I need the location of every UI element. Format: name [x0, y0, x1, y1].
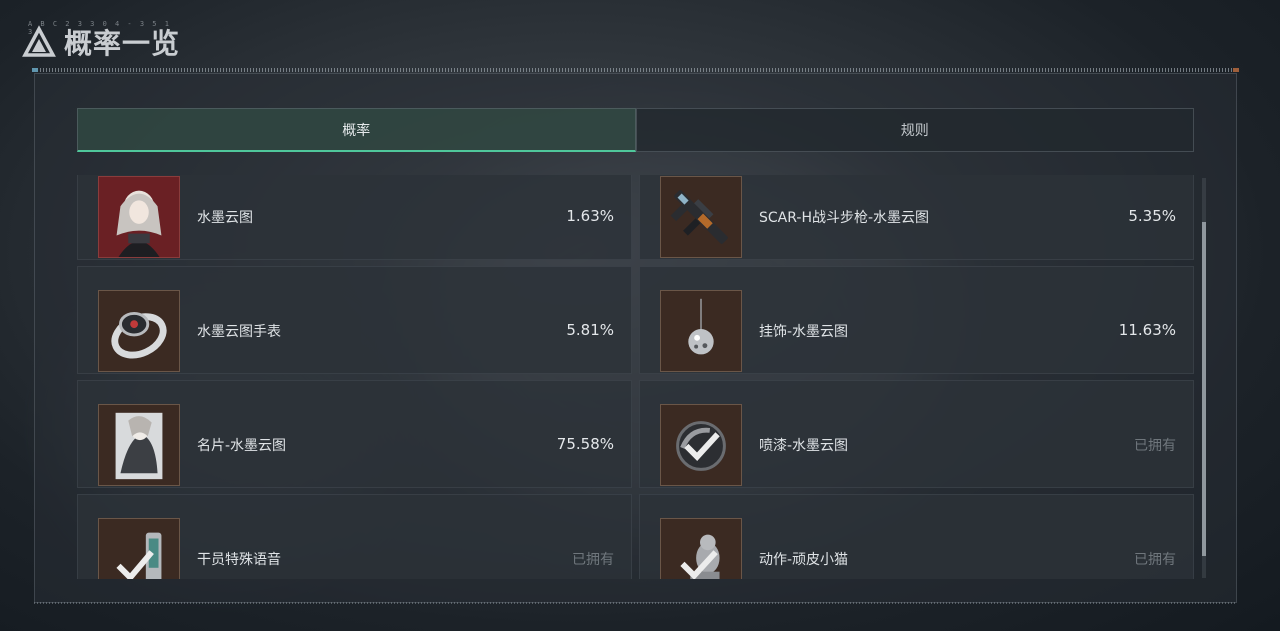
reward-name: 动作-顽皮小猫	[759, 552, 849, 568]
tab-bar: 概率 规则	[77, 108, 1194, 152]
reward-list[interactable]: 水墨云图 1.63% SCAR-H战斗步枪-水墨云图 5.35% 水墨云图手表 …	[77, 175, 1194, 579]
owned-badge: 已拥有	[572, 552, 614, 568]
page-header: A B C 2 3 3 0 4 - 3 5 1 3 概率一览	[22, 20, 180, 62]
reward-name: 水墨云图	[197, 210, 253, 226]
reward-probability: 5.35%	[1128, 207, 1176, 225]
tab-probability[interactable]: 概率	[77, 108, 636, 152]
list-scrollbar[interactable]	[1202, 178, 1206, 578]
reward-name: SCAR-H战斗步枪-水墨云图	[759, 210, 930, 226]
reward-name: 干员特殊语音	[197, 552, 281, 568]
reward-item[interactable]: 挂饰-水墨云图 11.63%	[639, 266, 1194, 374]
voice-checkmark-icon	[98, 518, 180, 579]
header-divider	[32, 68, 1239, 72]
character-portrait-icon	[98, 176, 180, 258]
reward-item[interactable]: 喷漆-水墨云图 已拥有	[639, 380, 1194, 488]
panel-bottom-divider	[34, 602, 1237, 604]
tab-rules[interactable]: 规则	[635, 108, 1194, 152]
reward-name: 名片-水墨云图	[197, 438, 287, 454]
reward-name: 水墨云图手表	[197, 324, 281, 340]
owned-badge: 已拥有	[1134, 552, 1176, 568]
reward-probability: 5.81%	[566, 321, 614, 339]
name-card-icon	[98, 404, 180, 486]
spray-checkmark-icon	[660, 404, 742, 486]
owned-badge: 已拥有	[1134, 438, 1176, 454]
header-deco-text: A B C 2 3 3 0 4 - 3 5 1 3	[28, 20, 171, 36]
reward-item[interactable]: SCAR-H战斗步枪-水墨云图 5.35%	[639, 175, 1194, 260]
rifle-icon	[660, 176, 742, 258]
reward-probability: 11.63%	[1118, 321, 1176, 339]
reward-item[interactable]: 水墨云图 1.63%	[77, 175, 632, 260]
pendant-icon	[660, 290, 742, 372]
reward-item[interactable]: 动作-顽皮小猫 已拥有	[639, 494, 1194, 579]
reward-name: 挂饰-水墨云图	[759, 324, 849, 340]
reward-item[interactable]: 干员特殊语音 已拥有	[77, 494, 632, 579]
reward-item[interactable]: 名片-水墨云图 75.58%	[77, 380, 632, 488]
reward-probability: 1.63%	[566, 207, 614, 225]
reward-probability: 75.58%	[556, 435, 614, 453]
emote-checkmark-icon	[660, 518, 742, 579]
scrollbar-thumb[interactable]	[1202, 222, 1206, 556]
reward-item[interactable]: 水墨云图手表 5.81%	[77, 266, 632, 374]
watch-icon	[98, 290, 180, 372]
reward-name: 喷漆-水墨云图	[759, 438, 849, 454]
